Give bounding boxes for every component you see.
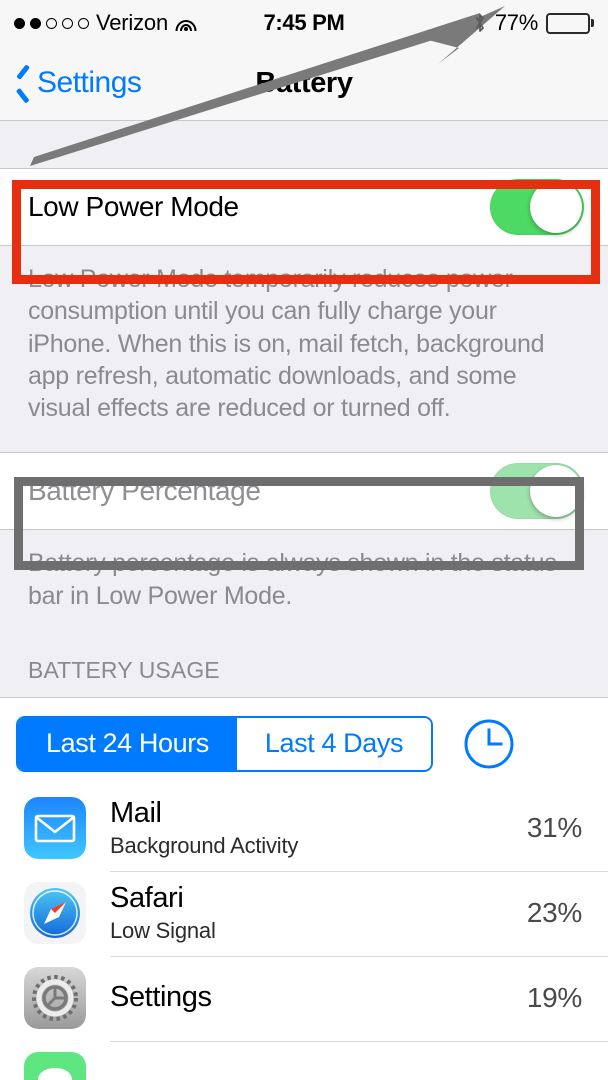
low-power-mode-toggle[interactable] xyxy=(490,179,584,235)
battery-percentage-label-row: Battery Percentage xyxy=(28,475,261,507)
app-usage-reason: Background Activity xyxy=(110,832,299,858)
row-text: Mail Background Activity xyxy=(110,796,299,859)
safari-app-icon xyxy=(24,882,86,945)
table-row[interactable]: Mail Background Activity 31% xyxy=(0,786,608,871)
battery-percentage-toggle xyxy=(490,463,584,520)
app-usage-percent: 23% xyxy=(526,897,582,929)
low-power-mode-label: Low Power Mode xyxy=(28,191,239,222)
page-title: Battery xyxy=(255,66,353,99)
status-bar-right: 77% xyxy=(473,10,594,36)
battery-percentage-footnote: Battery percentage is always shown in th… xyxy=(28,549,557,610)
settings-app-icon xyxy=(24,967,86,1030)
app-name: Safari xyxy=(110,881,184,914)
bluetooth-icon xyxy=(475,14,484,32)
battery-usage-toolbar: Last 24 Hours Last 4 Days xyxy=(0,696,608,786)
table-row[interactable]: Settings 19% xyxy=(0,955,608,1041)
section-spacer-2 xyxy=(0,424,608,452)
battery-percentage-row: Battery Percentage xyxy=(0,452,608,531)
battery-icon xyxy=(546,12,594,34)
low-power-mode-row[interactable]: Low Power Mode xyxy=(0,168,608,246)
green-app-icon xyxy=(24,1052,86,1080)
row-text: Safari Low Signal xyxy=(110,881,216,944)
app-name: Mail xyxy=(110,796,162,829)
table-row[interactable]: Safari Low Signal 23% xyxy=(0,870,608,956)
navigation-bar: Settings Battery xyxy=(0,46,608,121)
time-range-segmented-control[interactable]: Last 24 Hours Last 4 Days xyxy=(16,715,434,772)
segment-last-4-days[interactable]: Last 4 Days xyxy=(236,717,432,770)
toggle-knob xyxy=(530,181,582,233)
app-usage-percent: 31% xyxy=(526,812,582,844)
mail-app-icon xyxy=(24,797,86,860)
toggle-knob xyxy=(530,465,582,518)
status-bar: Verizon 7:45 PM 77% xyxy=(0,0,608,46)
app-usage-percent: 19% xyxy=(526,982,582,1014)
row-text: Settings xyxy=(110,981,212,1014)
segment-last-24-hours[interactable]: Last 24 Hours xyxy=(18,717,237,770)
battery-usage-header: BATTERY USAGE xyxy=(28,656,220,683)
low-power-mode-footnote: Low Power Mode temporarily reduces power… xyxy=(28,265,545,422)
iphone-screen: Verizon 7:45 PM 77% Settings Battery Low… xyxy=(0,0,608,1080)
battery-percentage-label: 77% xyxy=(494,10,538,35)
table-row[interactable] xyxy=(0,1040,608,1080)
app-name: Settings xyxy=(110,981,212,1014)
app-usage-reason: Low Signal xyxy=(110,917,216,943)
battery-usage-list: Mail Background Activity 31% Safari Low … xyxy=(0,785,608,1080)
clock-icon[interactable] xyxy=(463,718,515,770)
